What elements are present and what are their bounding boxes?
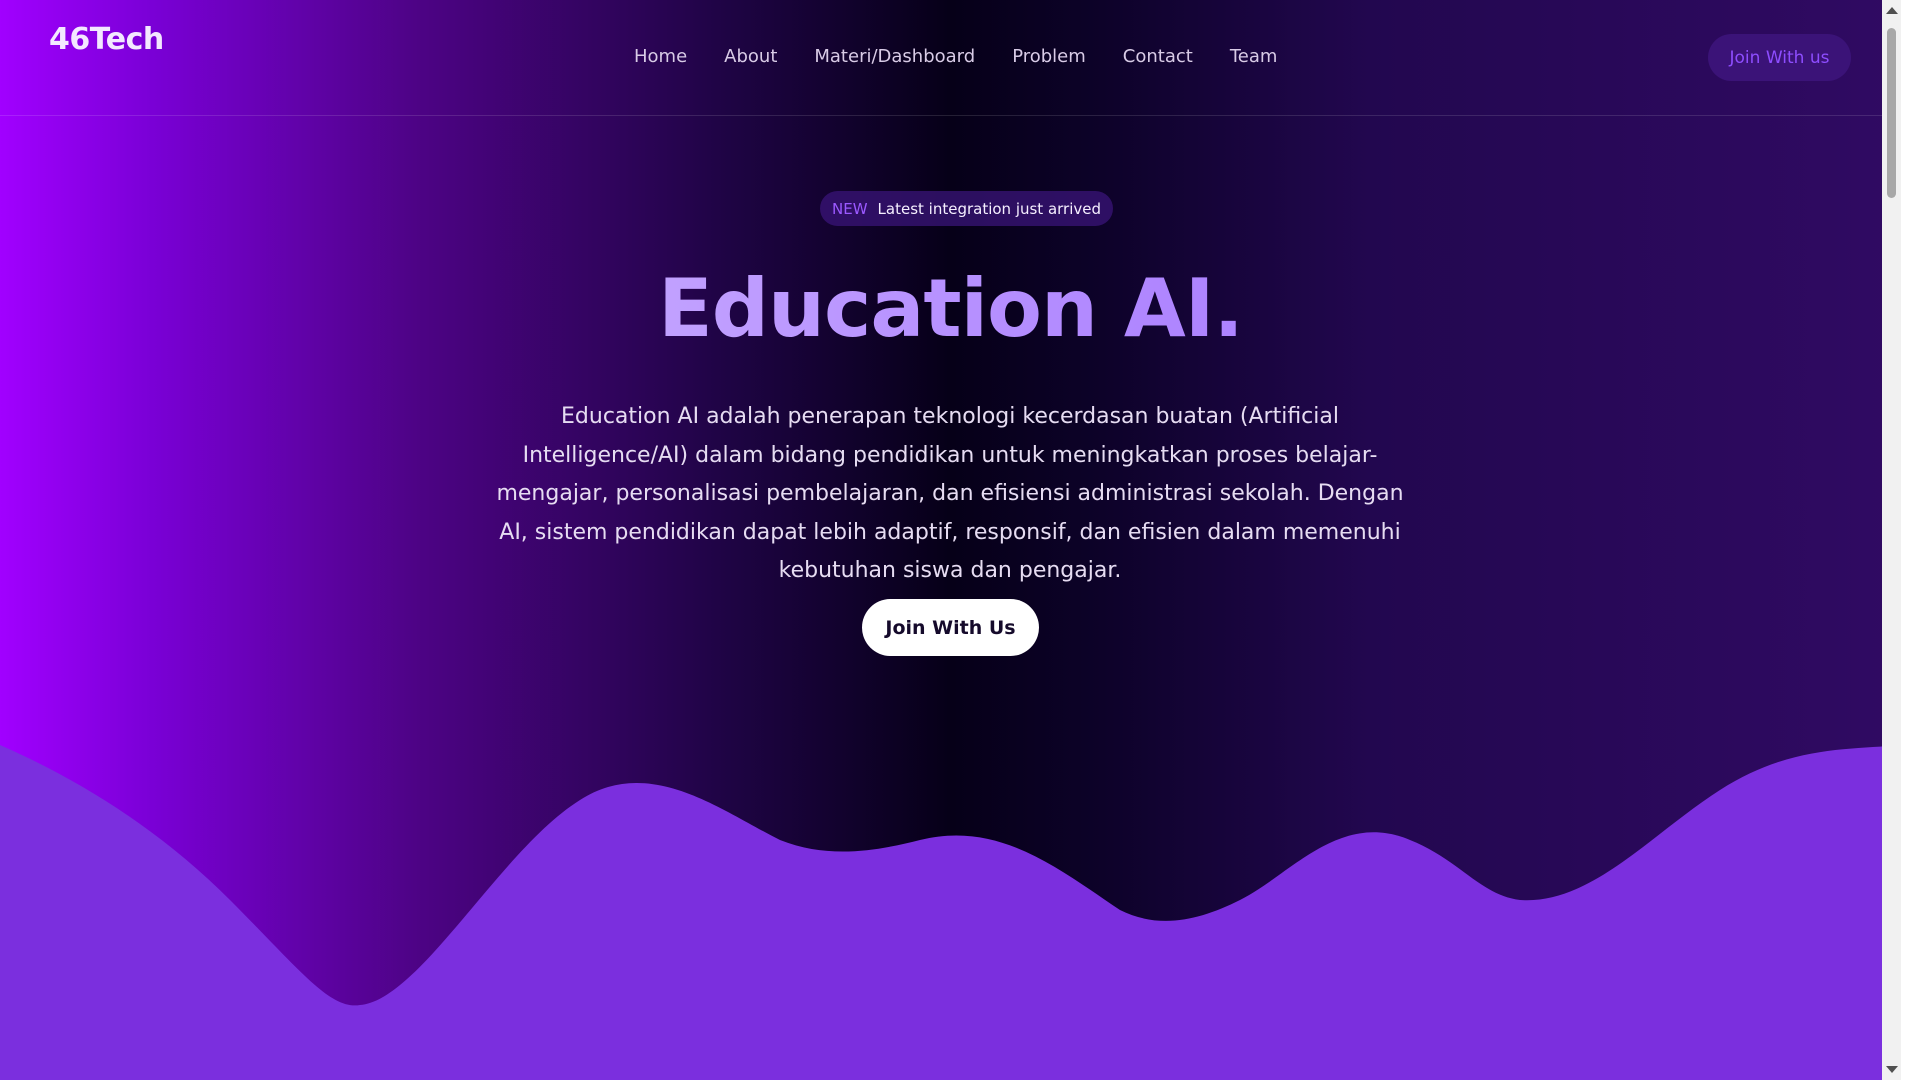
scroll-up-arrow-icon[interactable] <box>1886 7 1898 14</box>
nav-link-materi-dashboard[interactable]: Materi/Dashboard <box>814 46 975 67</box>
badge-text: Latest integration just arrived <box>877 199 1102 218</box>
hero-description: Education AI adalah penerapan teknologi … <box>496 404 1404 583</box>
nav-link-about[interactable]: About <box>724 46 777 67</box>
nav-link-home[interactable]: Home <box>634 46 687 67</box>
scroll-down-arrow-icon[interactable] <box>1886 1066 1898 1073</box>
scroll-thumb[interactable] <box>1887 28 1896 198</box>
nav-link-problem[interactable]: Problem <box>1012 46 1086 67</box>
wave-shape <box>0 745 1901 1080</box>
nav-join-button[interactable]: Join With us <box>1708 34 1851 81</box>
nav-link-team[interactable]: Team <box>1230 46 1278 67</box>
hero-title: Education AI. <box>0 262 1901 355</box>
announcement-badge[interactable]: NEW Latest integration just arrived <box>820 191 1114 226</box>
hero-join-button[interactable]: Join With Us <box>862 599 1039 656</box>
nav-link-contact[interactable]: Contact <box>1123 46 1193 67</box>
brand-logo[interactable]: 46Tech <box>49 22 164 57</box>
navbar: 46Tech Home About Materi/Dashboard Probl… <box>0 0 1901 116</box>
badge-new-tag: NEW <box>832 199 868 218</box>
vertical-scrollbar[interactable] <box>1882 0 1901 1080</box>
landing-page: 46Tech Home About Materi/Dashboard Probl… <box>0 0 1901 1080</box>
nav-links: Home About Materi/Dashboard Problem Cont… <box>634 46 1314 67</box>
decorative-wave <box>0 745 1901 1080</box>
